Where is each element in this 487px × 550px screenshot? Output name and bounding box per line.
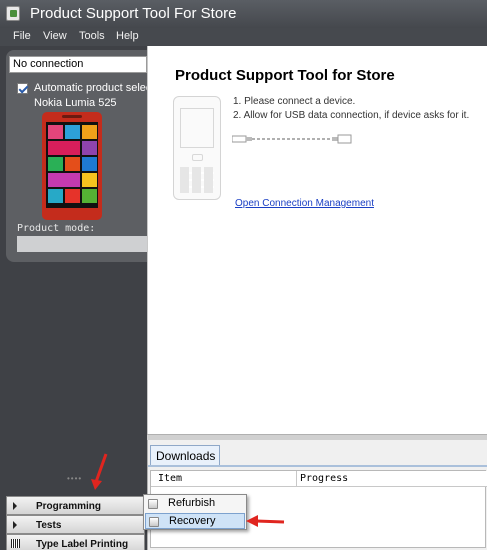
connection-select[interactable]: No connection: [9, 56, 147, 73]
phone-image: [42, 112, 102, 220]
tab-downloads[interactable]: Downloads: [150, 445, 220, 466]
phone-outline-icon: [173, 96, 221, 200]
column-item[interactable]: Item: [158, 473, 182, 484]
main-panel: Product Support Tool for Store 1. Please…: [147, 46, 487, 440]
refurbish-icon: [148, 499, 158, 509]
menu-file[interactable]: File: [13, 30, 31, 42]
nav-tests[interactable]: Tests: [6, 515, 145, 534]
open-connection-management-link[interactable]: Open Connection Management: [235, 198, 374, 209]
expand-arrow-icon: [13, 521, 17, 529]
expand-arrow-icon: [13, 502, 17, 510]
auto-select-label: Automatic product selection: [34, 82, 147, 94]
product-mode-field: [17, 236, 147, 252]
menu-view[interactable]: View: [43, 30, 67, 42]
window-title: Product Support Tool For Store: [30, 5, 237, 22]
recovery-icon: [149, 517, 159, 527]
instruction-step-1: 1. Please connect a device.: [233, 96, 356, 107]
page-title: Product Support Tool for Store: [175, 67, 395, 84]
annotation-arrow-down: [91, 453, 108, 490]
menu-help[interactable]: Help: [116, 30, 139, 42]
product-model-label: Nokia Lumia 525: [34, 97, 117, 109]
nav-tests-label: Tests: [36, 520, 62, 531]
nav-programming[interactable]: Programming: [6, 496, 145, 515]
menu-tools[interactable]: Tools: [79, 30, 105, 42]
title-bar: Product Support Tool For Store: [0, 0, 487, 28]
barcode-icon: [11, 539, 20, 548]
menu-bar: File View Tools Help: [0, 28, 487, 46]
sidebar: No connection Automatic product selectio…: [0, 46, 147, 550]
sidebar-grip[interactable]: ••••: [67, 474, 82, 483]
menu-item-recovery[interactable]: Recovery: [145, 513, 245, 529]
annotation-arrow-left: [246, 515, 285, 527]
nav-type-label-printing-label: Type Label Printing: [36, 539, 129, 550]
programming-popup-menu: Refurbish Recovery: [143, 494, 247, 530]
usb-cable-icon: [232, 134, 352, 144]
product-mode-label: Product mode:: [17, 223, 96, 234]
app-icon: [6, 6, 20, 21]
menu-item-refurbish[interactable]: Refurbish: [145, 496, 245, 512]
table-header: Item Progress: [151, 471, 487, 487]
nav-programming-label: Programming: [36, 501, 102, 512]
column-progress[interactable]: Progress: [300, 473, 348, 484]
instruction-step-2: 2. Allow for USB data connection, if dev…: [233, 110, 470, 121]
nav-type-label-printing[interactable]: Type Label Printing: [6, 534, 145, 550]
auto-select-checkbox[interactable]: [17, 83, 28, 94]
